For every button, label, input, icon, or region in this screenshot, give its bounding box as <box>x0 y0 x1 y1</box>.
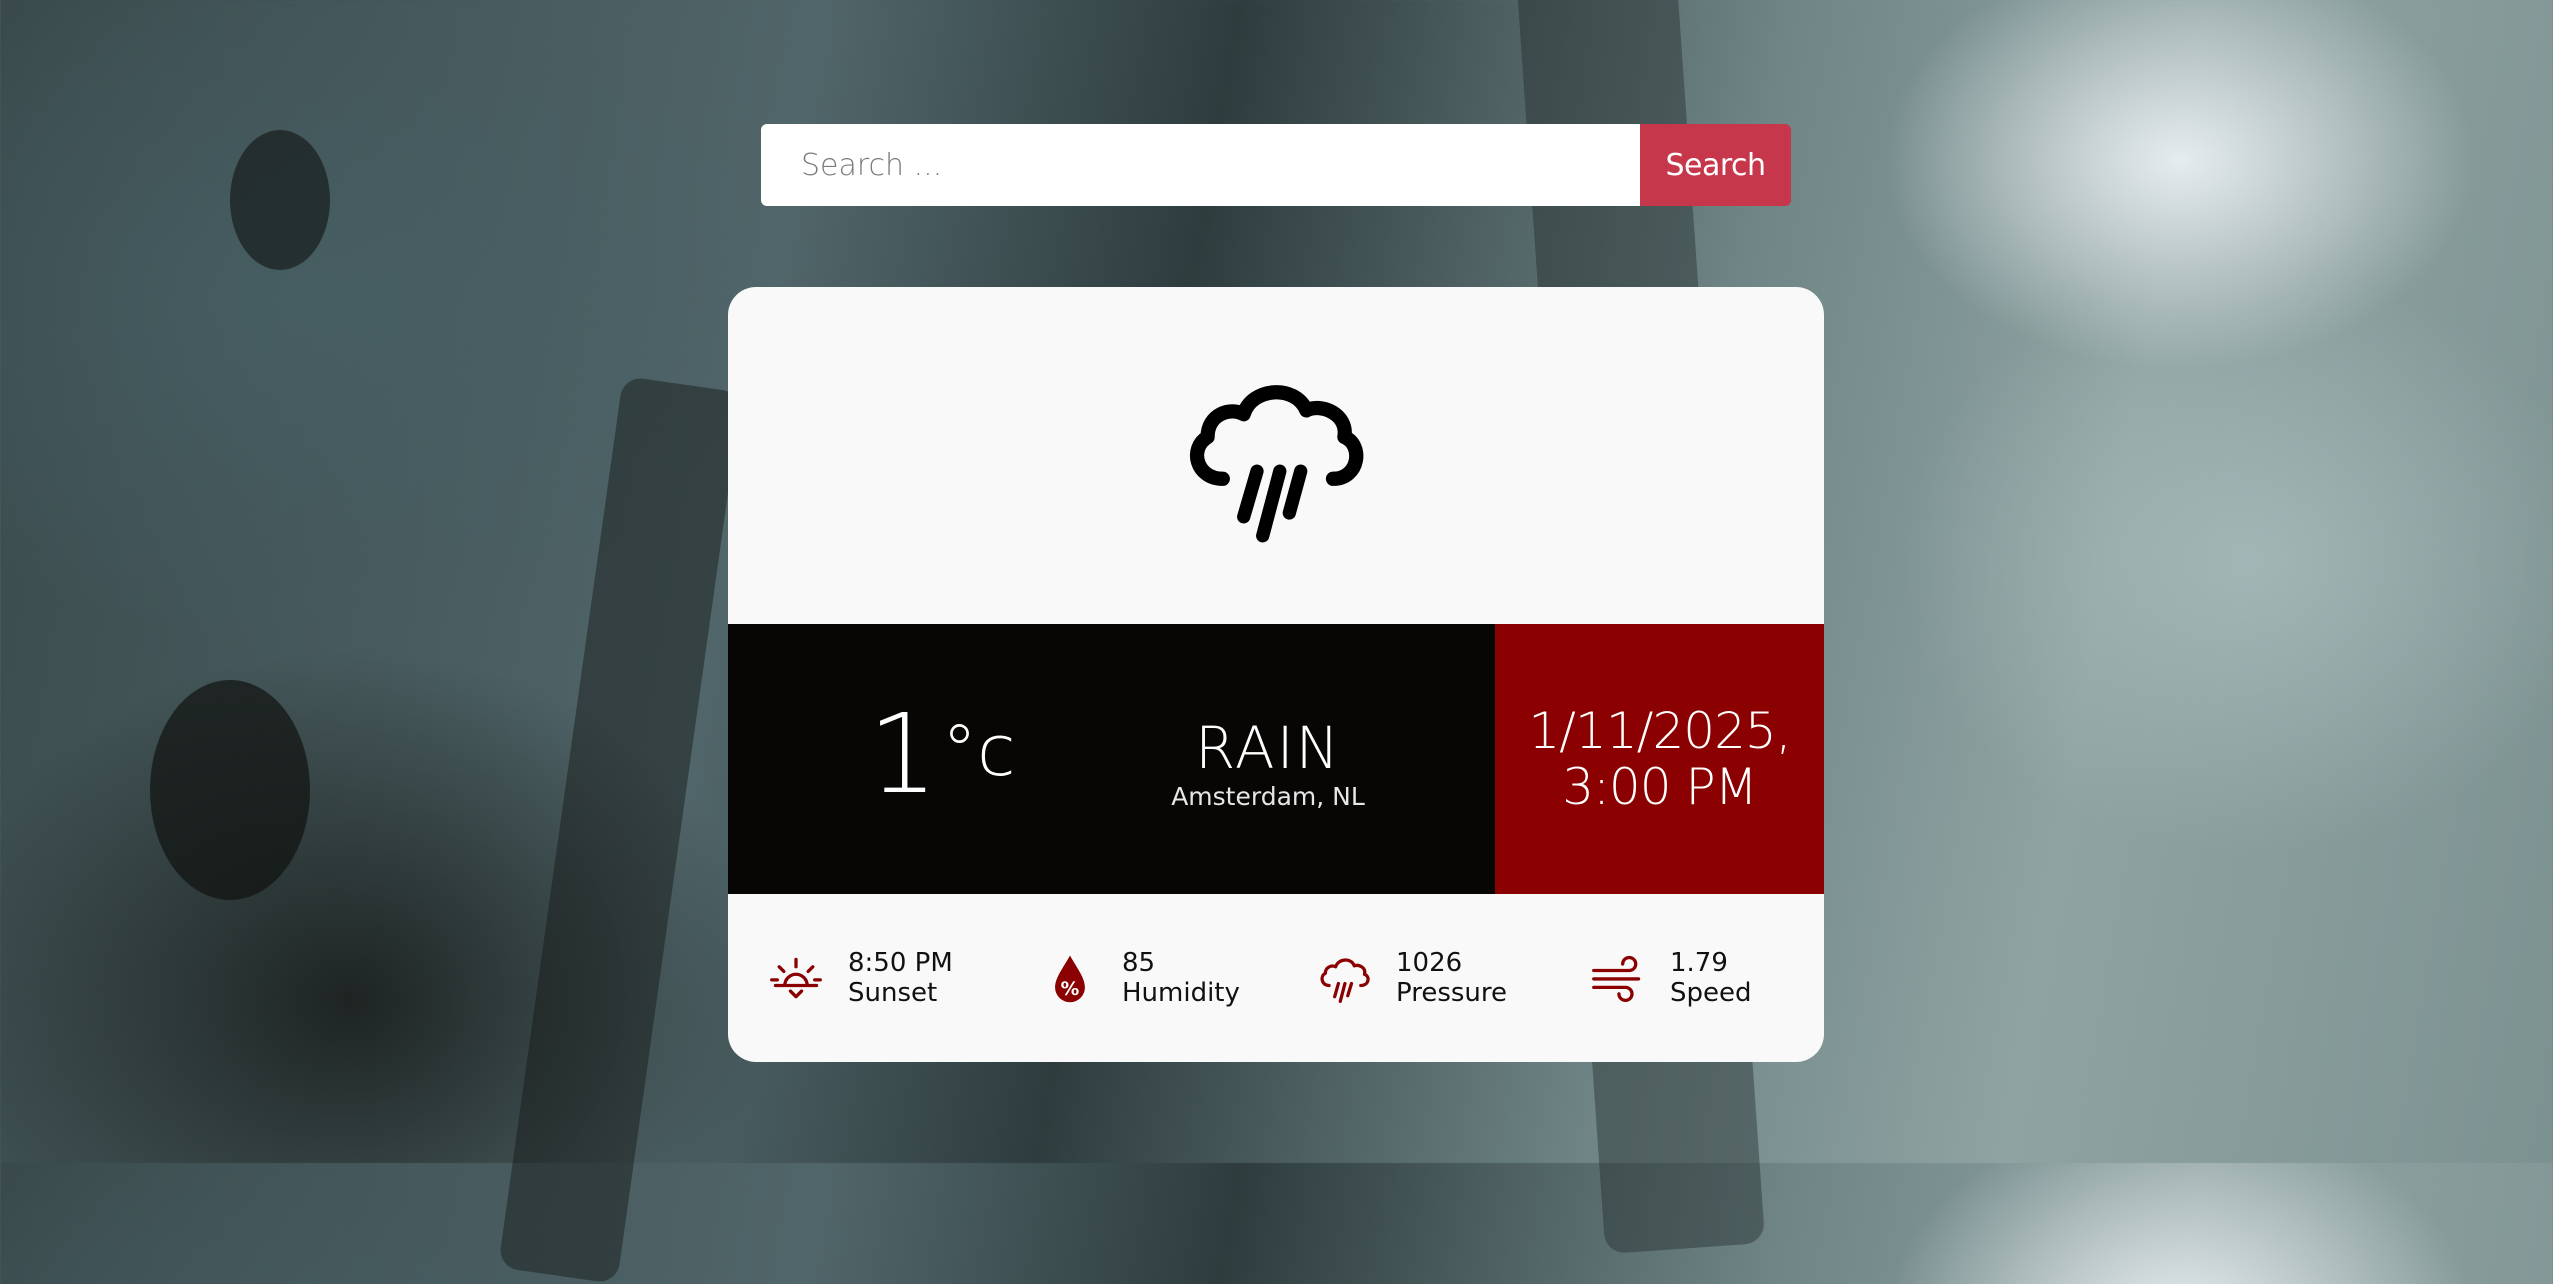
wind-icon <box>1588 948 1648 1008</box>
pressure-cloud-icon <box>1314 948 1374 1008</box>
wind-label: Speed <box>1670 978 1752 1008</box>
pressure-value: 1026 <box>1396 948 1463 978</box>
background-branch <box>497 376 743 1284</box>
condition-label: RAIN <box>1194 714 1342 782</box>
wind-value: 1.79 <box>1670 948 1728 978</box>
pressure-label: Pressure <box>1396 978 1508 1008</box>
weather-icon-area <box>728 287 1824 624</box>
humidity-label: Humidity <box>1122 978 1240 1008</box>
background-leaf <box>150 680 310 900</box>
sunset-icon <box>766 948 826 1008</box>
sunset-value: 8:50 PM <box>848 948 953 978</box>
current-conditions: 1 °c RAIN Amsterdam, NL <box>728 624 1495 894</box>
search-input[interactable] <box>761 124 1640 206</box>
location-label: Amsterdam, NL <box>1171 782 1365 811</box>
cloud-rain-icon <box>1190 384 1364 542</box>
svg-text:%: % <box>1061 979 1080 1000</box>
stat-wind: 1.79 Speed <box>1588 894 1752 1062</box>
temperature: 1 °c <box>868 694 1016 814</box>
search-bar: Search <box>761 124 1791 206</box>
background-leaf <box>230 130 330 270</box>
search-button[interactable]: Search <box>1640 124 1791 206</box>
temperature-value: 1 <box>868 690 938 818</box>
date-label: 1/11/2025, <box>1528 702 1791 760</box>
stat-pressure: 1026 Pressure <box>1314 894 1507 1062</box>
sunset-label: Sunset <box>848 978 938 1008</box>
stat-sunset: 8:50 PM Sunset <box>766 894 953 1062</box>
stats-row: 8:50 PM Sunset % 85 Humidity 1026 Pressu… <box>728 894 1824 1062</box>
time-label: 3:00 PM <box>1562 758 1757 816</box>
date-time-panel: 1/11/2025, 3:00 PM <box>1495 624 1824 894</box>
stat-pressure-text: 1026 Pressure <box>1396 948 1507 1008</box>
stat-humidity: % 85 Humidity <box>1040 894 1240 1062</box>
weather-summary-band: 1 °c RAIN Amsterdam, NL 1/11/2025, 3:00 … <box>728 624 1824 894</box>
stat-humidity-text: 85 Humidity <box>1122 948 1240 1008</box>
humidity-value: 85 <box>1122 948 1156 978</box>
humidity-drop-icon: % <box>1040 948 1100 1008</box>
stat-sunset-text: 8:50 PM Sunset <box>848 948 953 1008</box>
stat-wind-text: 1.79 Speed <box>1670 948 1752 1008</box>
temperature-unit: °c <box>942 710 1016 792</box>
condition-block: RAIN Amsterdam, NL <box>1158 716 1378 812</box>
weather-card: 1 °c RAIN Amsterdam, NL 1/11/2025, 3:00 … <box>728 287 1824 1062</box>
